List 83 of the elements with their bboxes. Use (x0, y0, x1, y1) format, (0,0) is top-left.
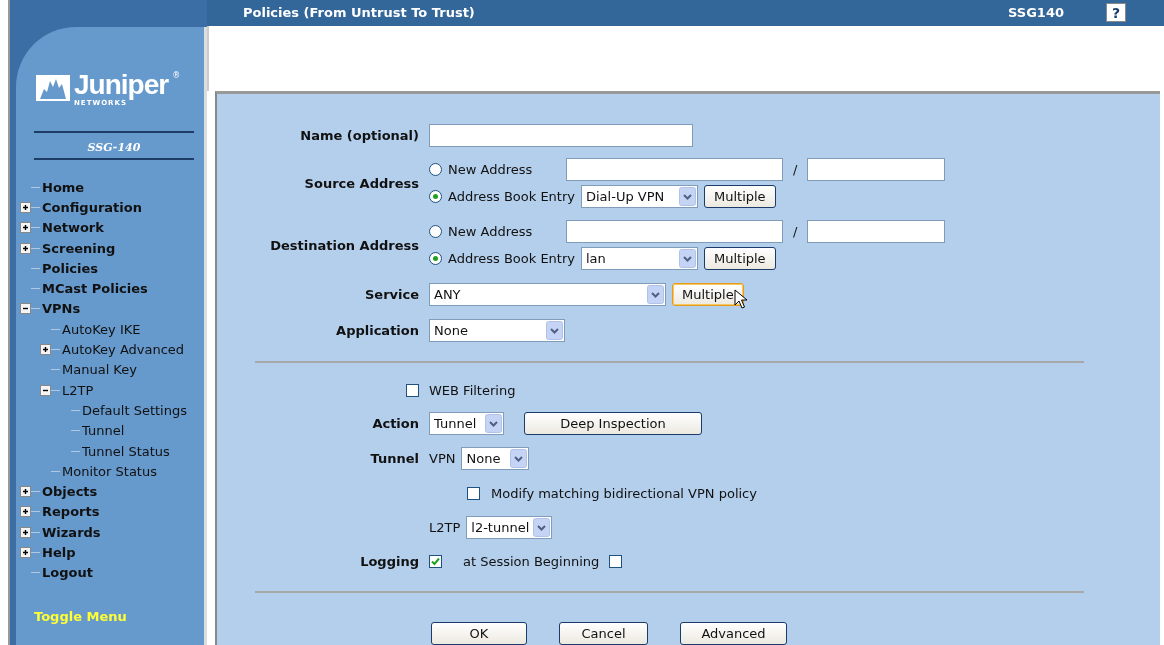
page-title: Policies (From Untrust To Trust) (243, 5, 476, 21)
action-select[interactable]: Tunnel (429, 411, 504, 435)
nav-item[interactable]: AutoKey IKE (62, 321, 141, 337)
minus-box-icon[interactable] (40, 384, 51, 396)
netmask-field[interactable] (807, 158, 946, 181)
nav-item[interactable]: Help (42, 545, 76, 560)
field-label: Name (optional) (299, 127, 419, 143)
radio-button[interactable] (429, 225, 442, 238)
plus-box-icon[interactable] (40, 344, 51, 355)
plus-box-icon[interactable] (20, 506, 31, 518)
field-label: Logging (359, 553, 419, 569)
separator: / (793, 162, 798, 177)
address-book-select[interactable]: Dial-Up VPN (581, 185, 698, 208)
plus-box-icon[interactable] (20, 222, 31, 234)
checkbox-label: at Session Beginning (463, 553, 600, 569)
separator: / (793, 224, 798, 239)
plus-box-icon[interactable] (20, 486, 31, 498)
nav-item[interactable]: Logout (42, 565, 93, 581)
radio-button[interactable] (429, 252, 442, 265)
checkbox[interactable] (406, 384, 419, 397)
field-label: Destination Address (269, 237, 419, 253)
option-label: New Address (448, 224, 534, 239)
multiple-button[interactable]: Multiple (704, 247, 776, 270)
cursor-icon (734, 289, 748, 309)
plus-box-icon[interactable] (20, 526, 31, 538)
nav-item[interactable]: Home (42, 179, 85, 195)
checkbox[interactable] (429, 554, 442, 568)
netmask-field[interactable] (807, 220, 946, 243)
address-field[interactable] (566, 220, 783, 243)
device-label: SSG-140 (87, 141, 141, 154)
service-select[interactable]: ANY (429, 283, 666, 306)
nav-item[interactable]: Reports (42, 504, 100, 520)
form-button[interactable]: Cancel (559, 622, 648, 645)
logo-icon (36, 75, 70, 101)
minus-box-icon[interactable] (20, 303, 31, 315)
vpn-select[interactable]: None (461, 447, 530, 470)
form-button[interactable]: Advanced (680, 622, 787, 645)
field-label: Tunnel (369, 451, 419, 466)
address-field[interactable] (566, 158, 783, 181)
help-button[interactable]: ? (1106, 3, 1126, 23)
checkbox-label: WEB Filtering (429, 383, 516, 398)
deep-inspection-button[interactable]: Deep Inspection (524, 411, 702, 435)
plus-box-icon[interactable] (20, 201, 31, 213)
field-label: Action (371, 415, 419, 431)
checkbox-label: Modify matching bidirectional VPN policy (491, 485, 757, 501)
radio-button[interactable] (429, 163, 442, 176)
nav-item[interactable]: Policies (42, 260, 99, 276)
field-label: Application (335, 323, 419, 338)
nav-item[interactable]: Configuration (42, 199, 142, 215)
radio-button[interactable] (429, 190, 442, 203)
address-book-select[interactable]: lan (581, 247, 698, 270)
nav-item[interactable]: Tunnel Status (82, 443, 170, 459)
field-label: Source Address (303, 175, 419, 191)
device-name: SSG140 (1008, 5, 1064, 21)
multiple-button[interactable]: Multiple (704, 185, 776, 208)
nav-item[interactable]: Wizards (42, 524, 101, 540)
nav-item[interactable]: Network (42, 220, 104, 236)
nav-item[interactable]: Screening (42, 240, 116, 256)
application-select[interactable]: None (429, 319, 565, 342)
l2tp-label: L2TP (429, 519, 461, 535)
form-button[interactable]: OK (431, 622, 527, 645)
name-field[interactable] (429, 123, 693, 147)
nav-item[interactable]: MCast Policies (42, 281, 148, 297)
nav-item[interactable]: Objects (42, 484, 98, 500)
l2tp-select[interactable]: l2-tunnel (466, 515, 553, 539)
option-label: Address Book Entry (448, 251, 575, 266)
option-label: Address Book Entry (448, 189, 575, 204)
field-label: Service (363, 287, 419, 302)
registered-mark: ® (172, 71, 181, 80)
nav-item[interactable]: Monitor Status (62, 463, 157, 479)
checkbox[interactable] (609, 554, 623, 568)
logo-wordmark: Juniper (74, 69, 169, 100)
nav-item[interactable]: AutoKey Advanced (62, 342, 185, 357)
nav-item[interactable]: L2TP (62, 382, 94, 398)
option-label: New Address (448, 162, 534, 177)
vpn-label: VPN (429, 451, 456, 466)
nav-item[interactable]: Manual Key (62, 362, 137, 378)
plus-box-icon[interactable] (20, 242, 31, 254)
plus-box-icon[interactable] (20, 547, 31, 558)
nav-item[interactable]: Default Settings (82, 402, 187, 418)
nav-item[interactable]: VPNs (42, 301, 81, 317)
checkbox[interactable] (467, 486, 480, 500)
nav-item[interactable]: Tunnel (82, 423, 125, 439)
